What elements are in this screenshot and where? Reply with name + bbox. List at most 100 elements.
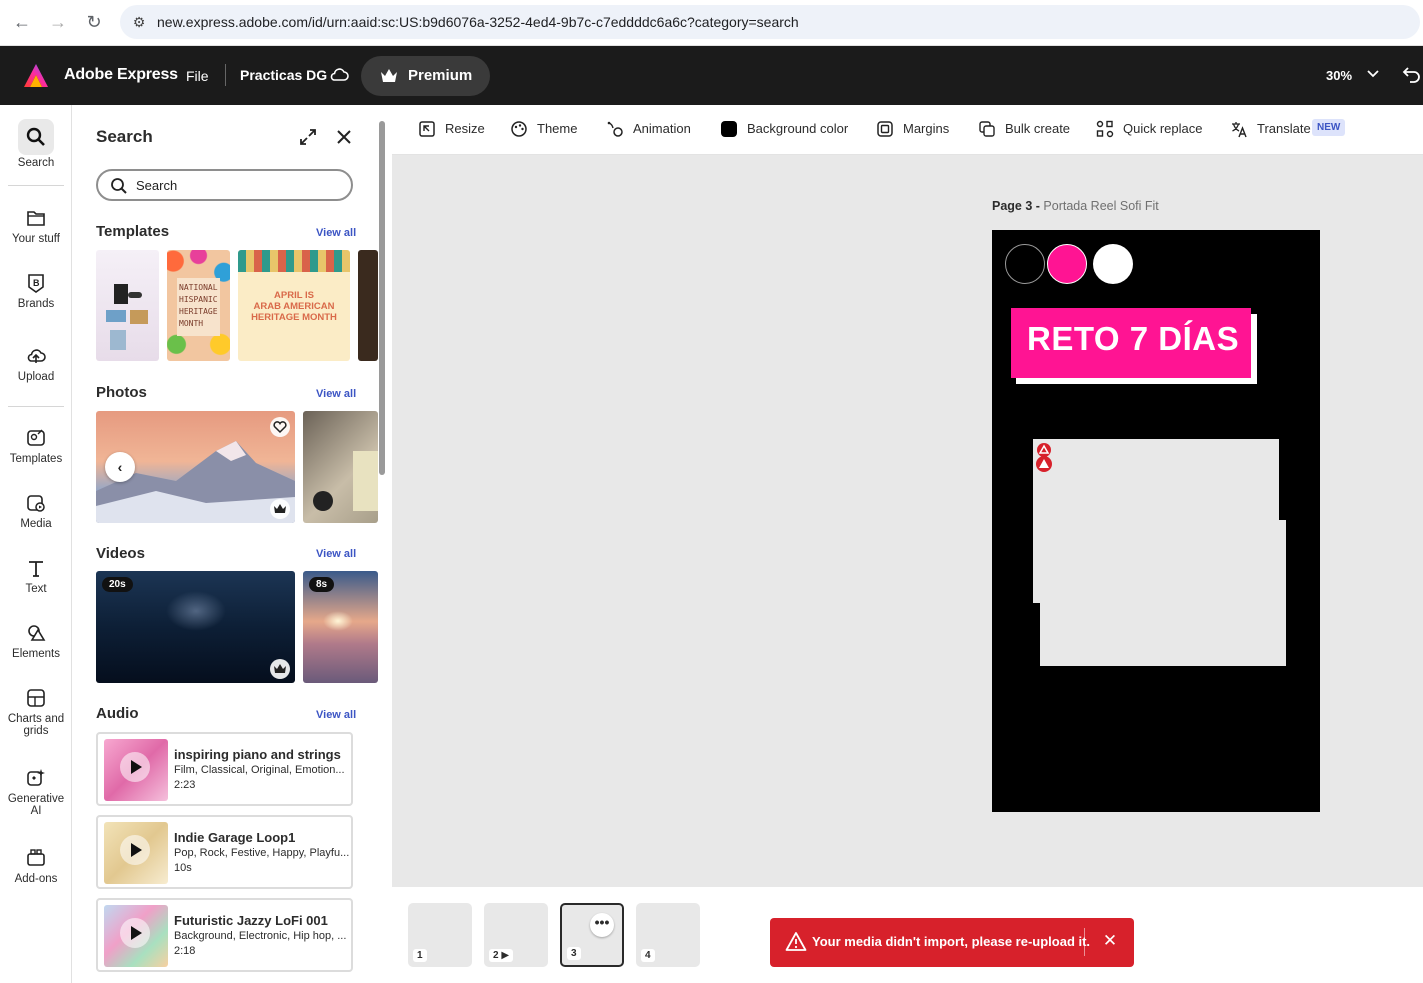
rail-item-generative-ai[interactable]: Generative AI: [0, 767, 72, 817]
audio-view-all[interactable]: View all: [316, 709, 356, 721]
text-icon: [29, 561, 43, 577]
play-icon[interactable]: [120, 752, 150, 782]
search-field[interactable]: [96, 169, 353, 201]
search-input[interactable]: [136, 176, 336, 194]
charts-icon: [27, 689, 45, 707]
template-arab-line3: HERITAGE MONTH: [251, 312, 337, 323]
undo-icon[interactable]: [1400, 63, 1422, 85]
rail-item-elements[interactable]: Elements: [0, 622, 72, 660]
toolbar-label: Resize: [445, 121, 485, 136]
videos-view-all[interactable]: View all: [316, 548, 356, 560]
site-settings-icon[interactable]: ⚙: [129, 12, 149, 32]
rail-divider: [8, 406, 64, 407]
rail-item-media[interactable]: Media: [0, 492, 72, 530]
media-icon: [27, 495, 45, 512]
template-arab-line2: ARAB AMERICAN: [253, 301, 335, 312]
url-text[interactable]: new.express.adobe.com/id/urn:aaid:sc:US:…: [157, 14, 799, 30]
page-number: 3: [567, 947, 581, 960]
rail-label: Media: [20, 518, 52, 530]
rail-item-search[interactable]: Search: [0, 119, 72, 169]
rail-item-text[interactable]: Text: [0, 557, 72, 595]
brand-icon: B: [28, 274, 44, 293]
image-placeholder[interactable]: [1040, 520, 1286, 666]
search-icon: [111, 178, 127, 194]
video-thumbnail-ocean[interactable]: 20s: [96, 571, 295, 683]
templates-view-all[interactable]: View all: [316, 227, 356, 239]
audio-item[interactable]: inspiring piano and strings Film, Classi…: [96, 732, 353, 806]
page-name[interactable]: Portada Reel Sofi Fit: [1043, 199, 1158, 213]
rail-item-your-stuff[interactable]: Your stuff: [0, 207, 72, 245]
template-thumbnail-partial[interactable]: [358, 250, 378, 361]
address-bar[interactable]: ⚙ new.express.adobe.com/id/urn:aaid:sc:U…: [120, 5, 1420, 39]
page-thumbnail-1[interactable]: 1: [408, 903, 472, 967]
video-thumbnail-clouds[interactable]: 8s: [303, 571, 378, 683]
white-circle[interactable]: [1093, 244, 1133, 284]
artboard[interactable]: RETO 7 DÍAS: [992, 230, 1320, 812]
page-thumbnail-3[interactable]: ••• 3: [560, 903, 624, 967]
play-icon[interactable]: [120, 918, 150, 948]
toolbar-label: Quick replace: [1123, 121, 1203, 136]
expand-icon[interactable]: [298, 127, 318, 147]
rail-item-charts-and-grids[interactable]: Charts and grids: [0, 687, 72, 737]
palette-icon: [511, 121, 527, 137]
photos-view-all[interactable]: View all: [316, 388, 356, 400]
warning-icon[interactable]: [1034, 442, 1054, 474]
photos-heading: Photos: [96, 384, 147, 401]
play-icon[interactable]: [120, 835, 150, 865]
rail-label: Text: [25, 583, 47, 595]
rail-item-brands[interactable]: B Brands: [0, 272, 72, 310]
more-options-icon[interactable]: •••: [590, 913, 614, 937]
scrollbar-thumb[interactable]: [379, 121, 385, 475]
audio-item[interactable]: Futuristic Jazzy LoFi 001 Background, El…: [96, 898, 353, 972]
premium-crown-icon: [270, 499, 290, 519]
toolbar-label: Margins: [903, 121, 950, 136]
zoom-level[interactable]: 30%: [1326, 68, 1352, 83]
svg-text:B: B: [33, 278, 40, 288]
premium-crown-icon: [270, 659, 290, 679]
chevron-down-icon[interactable]: [1364, 64, 1382, 82]
premium-button[interactable]: Premium: [361, 56, 490, 96]
page-thumbnail-2[interactable]: 2 ▶: [484, 903, 548, 967]
app-name[interactable]: Adobe Express: [64, 66, 178, 84]
document-name[interactable]: Practicas DG: [240, 67, 327, 83]
rail-item-add-ons[interactable]: Add-ons: [0, 847, 72, 885]
canvas-area[interactable]: Page 3 - Portada Reel Sofi Fit RETO 7 DÍ…: [392, 155, 1423, 887]
reload-icon[interactable]: ↻: [82, 10, 106, 34]
carousel-prev-button[interactable]: ‹: [105, 452, 135, 482]
audio-genres: Background, Electronic, Hip hop, ...: [174, 930, 347, 942]
close-icon[interactable]: [334, 127, 354, 147]
templates-heading: Templates: [96, 223, 170, 240]
headline-text[interactable]: RETO 7 DÍAS: [1027, 320, 1239, 358]
quick-replace-icon: [1096, 120, 1114, 138]
rail-label: Templates: [9, 453, 63, 465]
audio-item[interactable]: Indie Garage Loop1 Pop, Rock, Festive, H…: [96, 815, 353, 889]
photo-thumbnail-desk[interactable]: [303, 411, 378, 523]
page-label: Page 3 - Portada Reel Sofi Fit: [992, 199, 1159, 213]
panel-scrollbar[interactable]: [378, 113, 386, 973]
forward-icon[interactable]: →: [46, 10, 70, 34]
rail-item-upload[interactable]: Upload: [0, 345, 72, 383]
audio-duration: 10s: [174, 862, 192, 874]
rail-label: Generative AI: [7, 793, 65, 817]
headline-box[interactable]: RETO 7 DÍAS: [1011, 308, 1251, 378]
audio-genres: Pop, Rock, Festive, Happy, Playfu...: [174, 847, 350, 859]
back-icon[interactable]: ←: [10, 10, 34, 34]
app-header: Adobe Express File Practicas DG Premium …: [0, 46, 1423, 105]
toolbar-label: Translate: [1257, 121, 1311, 136]
search-icon: [26, 127, 45, 146]
page-thumbnail-4[interactable]: 4: [636, 903, 700, 967]
heart-icon[interactable]: [270, 417, 290, 437]
adobe-express-logo-icon[interactable]: [22, 62, 50, 90]
close-icon[interactable]: ✕: [1101, 932, 1119, 950]
rail-item-templates[interactable]: Templates: [0, 427, 72, 465]
cloud-sync-icon[interactable]: [328, 64, 350, 86]
premium-label: Premium: [408, 67, 473, 84]
play-icon: ▶: [501, 950, 510, 961]
pink-circle[interactable]: [1047, 244, 1087, 284]
file-menu[interactable]: File: [186, 68, 209, 84]
audio-genres: Film, Classical, Original, Emotion...: [174, 764, 345, 776]
black-circle[interactable]: [1005, 244, 1045, 284]
template-thumbnail-fashion[interactable]: [96, 250, 159, 361]
template-thumbnail-hispanic-heritage[interactable]: NATIONAL HISPANIC HERITAGE MONTH: [167, 250, 230, 361]
template-thumbnail-arab-american[interactable]: APRIL IS ARAB AMERICAN HERITAGE MONTH: [238, 250, 350, 361]
